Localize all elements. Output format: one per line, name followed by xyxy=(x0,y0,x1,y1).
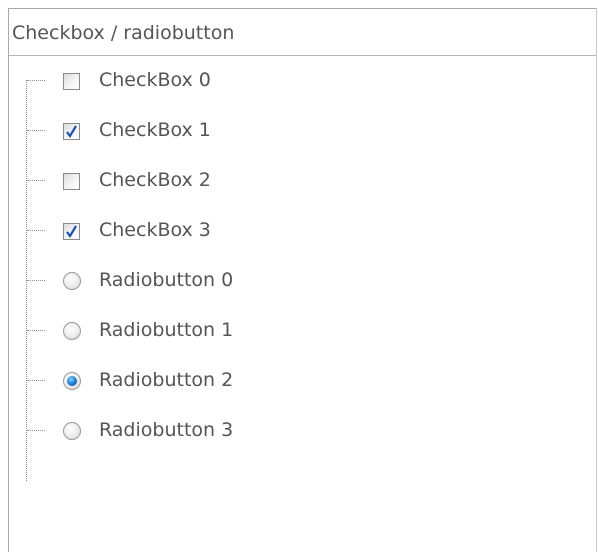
tree-panel: Checkbox / radiobutton CheckBox 0 CheckB… xyxy=(8,8,597,552)
tree-header: Checkbox / radiobutton xyxy=(9,9,596,56)
checkmark-icon xyxy=(66,125,77,138)
radio-button[interactable] xyxy=(63,322,81,340)
tree-item-checkbox-1[interactable]: CheckBox 1 xyxy=(9,106,596,156)
tree-branch-line xyxy=(27,180,45,181)
tree-item-checkbox-0[interactable]: CheckBox 0 xyxy=(9,56,596,106)
tree-item-checkbox-2[interactable]: CheckBox 2 xyxy=(9,156,596,206)
radio-button[interactable] xyxy=(63,272,81,290)
radio-button[interactable] xyxy=(63,422,81,440)
checkbox-label: CheckBox 1 xyxy=(99,119,211,141)
tree-item-radio-1[interactable]: Radiobutton 1 xyxy=(9,306,596,356)
checkbox-label: CheckBox 3 xyxy=(99,219,211,241)
tree-branch-line xyxy=(27,280,45,281)
checkbox[interactable] xyxy=(63,123,80,140)
checkbox[interactable] xyxy=(63,223,80,240)
checkbox[interactable] xyxy=(63,73,80,90)
tree-branch-line xyxy=(27,230,45,231)
tree-item-checkbox-3[interactable]: CheckBox 3 xyxy=(9,206,596,256)
checkbox[interactable] xyxy=(63,173,80,190)
option-tree: CheckBox 0 CheckBox 1 CheckBox 2 CheckBo… xyxy=(9,56,596,536)
tree-branch-line xyxy=(27,80,45,81)
radio-label: Radiobutton 2 xyxy=(99,369,234,391)
tree-item-radio-2[interactable]: Radiobutton 2 xyxy=(9,356,596,406)
radio-label: Radiobutton 3 xyxy=(99,419,234,441)
checkbox-label: CheckBox 2 xyxy=(99,169,211,191)
checkbox-label: CheckBox 0 xyxy=(99,69,211,91)
radio-button[interactable] xyxy=(63,372,81,390)
tree-branch-line xyxy=(27,130,45,131)
tree-branch-line xyxy=(27,430,45,431)
tree-branch-line xyxy=(27,380,45,381)
radio-label: Radiobutton 1 xyxy=(99,319,234,341)
checkmark-icon xyxy=(66,225,77,238)
tree-item-radio-3[interactable]: Radiobutton 3 xyxy=(9,406,596,456)
tree-branch-line xyxy=(27,330,45,331)
radio-label: Radiobutton 0 xyxy=(99,269,234,291)
tree-item-radio-0[interactable]: Radiobutton 0 xyxy=(9,256,596,306)
radio-selected-dot xyxy=(67,376,77,386)
